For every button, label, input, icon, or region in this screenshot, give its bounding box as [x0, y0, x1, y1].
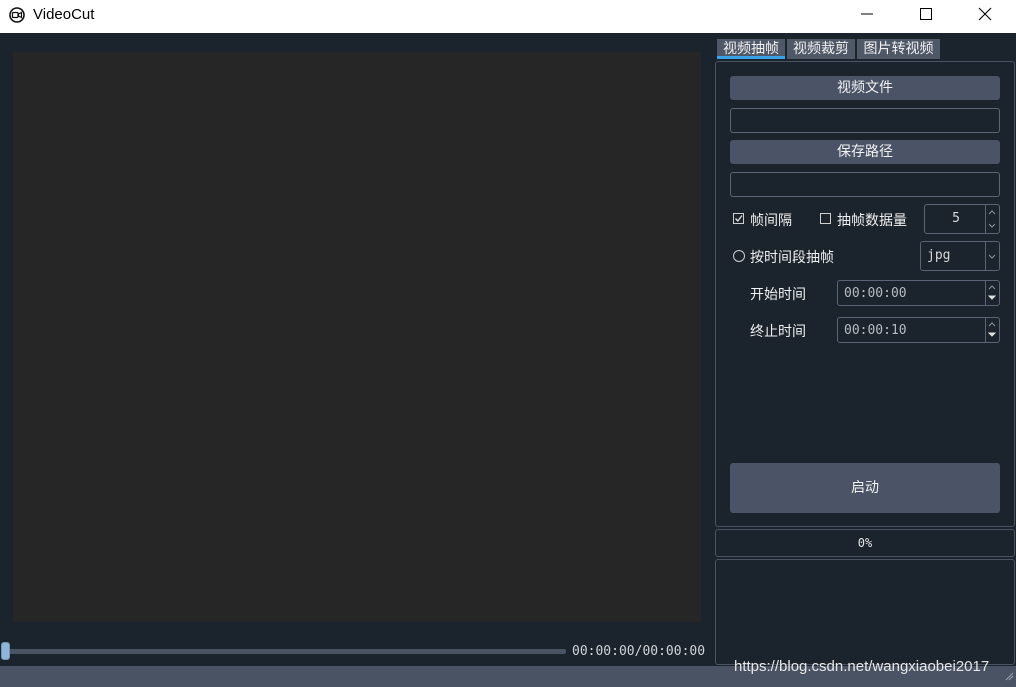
frame-count-spinbox[interactable]: 5	[924, 204, 1000, 234]
checkmark-icon	[735, 215, 743, 223]
frame-interval-checkbox[interactable]	[733, 213, 744, 224]
by-time-radio[interactable]	[733, 250, 745, 262]
frame-count-label: 抽帧数据量	[837, 213, 907, 229]
end-time-input[interactable]: 00:00:10	[837, 317, 1000, 343]
maximize-button[interactable]	[897, 0, 955, 30]
app-logo-icon	[9, 7, 25, 23]
start-time-input[interactable]: 00:00:00	[837, 280, 1000, 306]
close-button[interactable]	[956, 0, 1014, 30]
end-time-value: 00:00:10	[844, 323, 907, 338]
maximize-icon	[920, 8, 932, 20]
start-time-value: 00:00:00	[844, 286, 907, 301]
save-path-field[interactable]	[730, 172, 1000, 197]
spin-up-down-icon	[988, 210, 996, 228]
start-time-spin-arrows[interactable]	[985, 281, 999, 305]
tab-video-crop[interactable]: 视频裁剪	[787, 39, 855, 59]
frame-count-value: 5	[952, 211, 960, 226]
video-file-button[interactable]: 视频文件	[730, 76, 1000, 100]
watermark-text: https://blog.csdn.net/wangxiaobei2017	[734, 658, 990, 675]
start-button[interactable]: 启动	[730, 463, 1000, 513]
spin-arrows[interactable]	[985, 205, 999, 233]
format-value: jpg	[927, 248, 951, 263]
spin-up-down-icon	[987, 322, 997, 337]
format-select[interactable]: jpg	[920, 241, 1000, 271]
video-file-field[interactable]	[730, 108, 1000, 133]
save-path-button[interactable]: 保存路径	[730, 140, 1000, 164]
format-dropdown-arrow[interactable]	[985, 242, 999, 270]
end-time-label: 终止时间	[750, 324, 806, 340]
window-title: VideoCut	[33, 6, 95, 23]
by-time-label: 按时间段抽帧	[750, 250, 834, 266]
start-time-label: 开始时间	[750, 287, 806, 303]
time-display: 00:00:00/00:00:00	[572, 644, 706, 659]
progress-bar: 0%	[715, 529, 1015, 557]
minimize-button[interactable]	[838, 0, 896, 30]
video-display	[13, 52, 701, 622]
tab-video-extract[interactable]: 视频抽帧	[717, 39, 785, 59]
minimize-icon	[861, 13, 873, 15]
close-icon	[978, 7, 992, 21]
title-bar: VideoCut	[0, 0, 1016, 33]
end-time-spin-arrows[interactable]	[985, 318, 999, 342]
chevron-down-icon	[988, 254, 996, 259]
spin-up-down-icon	[987, 285, 997, 300]
frame-interval-label: 帧间隔	[750, 213, 792, 229]
seek-slider-handle[interactable]	[1, 642, 10, 660]
resize-grip-icon[interactable]	[1004, 666, 1014, 685]
tab-image-to-video[interactable]: 图片转视频	[857, 39, 940, 59]
seek-slider-track[interactable]	[4, 649, 566, 654]
frame-count-checkbox[interactable]	[820, 213, 831, 224]
log-output	[715, 559, 1015, 665]
